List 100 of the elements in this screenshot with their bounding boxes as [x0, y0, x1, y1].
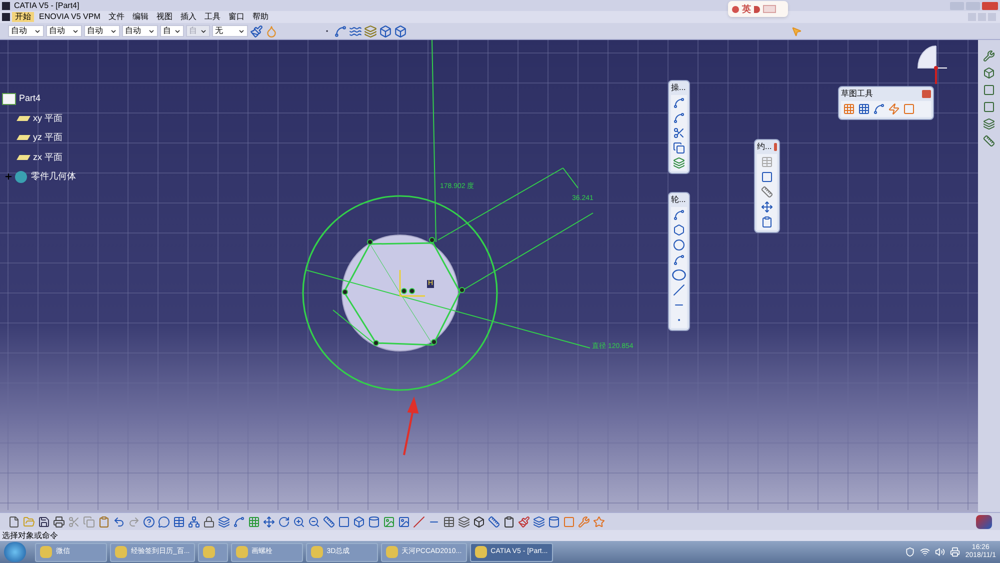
dropdown-value: 自动 — [49, 25, 65, 37]
line-icon[interactable] — [413, 516, 425, 528]
toolbar-title: 操... — [671, 83, 686, 93]
circle-icon[interactable] — [673, 239, 685, 251]
ime-logo-icon — [732, 6, 739, 12]
sheet-icon[interactable] — [503, 516, 515, 528]
tree-icon[interactable] — [188, 516, 200, 528]
mirror-icon[interactable] — [673, 142, 685, 154]
menu-item[interactable]: 插入 — [177, 12, 200, 22]
close-button[interactable] — [774, 143, 777, 151]
menu-item[interactable]: 工具 — [201, 12, 224, 22]
layer-icon[interactable] — [533, 516, 545, 528]
wave-icon[interactable] — [349, 24, 362, 38]
speaker-icon[interactable] — [935, 547, 946, 557]
lock-icon[interactable] — [203, 516, 215, 528]
tree-item[interactable]: zx 平面 — [33, 150, 63, 164]
sheet-icon[interactable] — [761, 216, 773, 228]
line-icon[interactable] — [673, 284, 685, 296]
trim-icon[interactable] — [673, 127, 685, 139]
ime-language[interactable]: 英 — [742, 4, 751, 14]
image-icon[interactable] — [383, 516, 395, 528]
grid-icon[interactable] — [248, 516, 260, 528]
shield-icon[interactable] — [905, 547, 916, 557]
star-icon[interactable] — [593, 516, 605, 528]
network-icon[interactable] — [920, 547, 930, 557]
curve-icon[interactable] — [233, 516, 245, 528]
square-icon[interactable] — [983, 84, 995, 96]
measure-icon[interactable] — [488, 516, 500, 528]
style-dropdown[interactable]: 自动 — [84, 25, 120, 37]
table-icon[interactable] — [173, 516, 185, 528]
start-button[interactable] — [4, 542, 26, 562]
frame-icon[interactable] — [983, 101, 995, 113]
layers-icon[interactable] — [983, 118, 995, 130]
tree-item[interactable]: 零件几何体 — [31, 170, 76, 184]
close-button[interactable] — [982, 2, 998, 10]
stack-icon[interactable] — [458, 516, 470, 528]
spline-icon[interactable] — [673, 254, 685, 266]
frame-icon[interactable] — [761, 171, 773, 183]
curve-icon[interactable] — [673, 112, 685, 124]
box-icon[interactable] — [473, 516, 485, 528]
style-dropdown[interactable]: 自动 — [122, 25, 158, 37]
brush-icon[interactable] — [250, 24, 263, 38]
layers-icon[interactable] — [673, 157, 685, 169]
undo-icon[interactable] — [113, 516, 125, 528]
menu-item[interactable]: 文件 — [105, 12, 128, 22]
cube-icon[interactable] — [983, 67, 995, 79]
brush-icon[interactable] — [518, 516, 530, 528]
menu-item[interactable]: 视图 — [153, 12, 176, 22]
ruler-icon[interactable] — [761, 186, 773, 198]
new-file-icon[interactable] — [8, 516, 20, 528]
speech-bubble-icon[interactable] — [158, 516, 170, 528]
pan-icon[interactable] — [263, 516, 275, 528]
drum-icon[interactable] — [548, 516, 560, 528]
style-dropdown[interactable]: 自动 — [8, 25, 44, 37]
layers-icon[interactable] — [218, 516, 230, 528]
arc-icon[interactable] — [673, 97, 685, 109]
move-icon[interactable] — [761, 201, 773, 213]
expand-icon[interactable] — [4, 172, 13, 182]
printer-icon[interactable] — [950, 547, 960, 557]
geometry-icon[interactable] — [888, 103, 900, 115]
style-dropdown[interactable]: 无 — [212, 25, 248, 37]
cylinder-icon[interactable] — [368, 516, 380, 528]
ruler-icon[interactable] — [323, 516, 335, 528]
help-icon[interactable] — [143, 516, 155, 528]
menu-item[interactable]: 编辑 — [129, 12, 152, 22]
profile-icon[interactable] — [673, 209, 685, 221]
frame-icon[interactable] — [903, 103, 915, 115]
tree-item[interactable]: yz 平面 — [33, 131, 63, 144]
caret-icon — [238, 28, 245, 34]
menu-item[interactable]: 开始 — [12, 12, 34, 22]
save-icon[interactable] — [38, 516, 50, 528]
style-dropdown[interactable]: 自 — [160, 25, 184, 37]
moon-icon[interactable] — [754, 6, 760, 12]
layers-icon[interactable] — [364, 24, 377, 38]
curve-icon[interactable] — [334, 24, 347, 38]
tree-item[interactable]: Part4 — [19, 92, 41, 106]
snap-grid-icon[interactable] — [858, 103, 870, 115]
square-icon[interactable] — [338, 516, 350, 528]
tree-item[interactable]: xy 平面 — [33, 112, 63, 125]
menu-item[interactable]: 窗口 — [225, 12, 248, 22]
cube-icon[interactable] — [379, 24, 392, 38]
picture-icon[interactable] — [398, 516, 410, 528]
grid-table-icon[interactable] — [443, 516, 455, 528]
menu-item[interactable]: 帮助 — [249, 12, 272, 22]
zoom-out-icon[interactable] — [308, 516, 320, 528]
cube-icon[interactable] — [353, 516, 365, 528]
rotate-icon[interactable] — [278, 516, 290, 528]
app-icon — [115, 546, 127, 558]
printer-icon[interactable] — [53, 516, 65, 528]
zoom-in-icon[interactable] — [293, 516, 305, 528]
hexagon-icon[interactable] — [673, 224, 685, 236]
wrench-icon[interactable] — [983, 50, 995, 62]
clipboard-icon[interactable] — [98, 516, 110, 528]
menu-item[interactable]: ENOVIA V5 VPM — [36, 12, 104, 22]
ellipse-icon[interactable] — [672, 269, 686, 281]
style-dropdown[interactable]: 自动 — [46, 25, 82, 37]
ruler-icon[interactable] — [983, 135, 995, 147]
grid-icon[interactable] — [843, 103, 855, 115]
box-icon[interactable] — [394, 24, 407, 38]
curve-icon[interactable] — [873, 103, 885, 115]
